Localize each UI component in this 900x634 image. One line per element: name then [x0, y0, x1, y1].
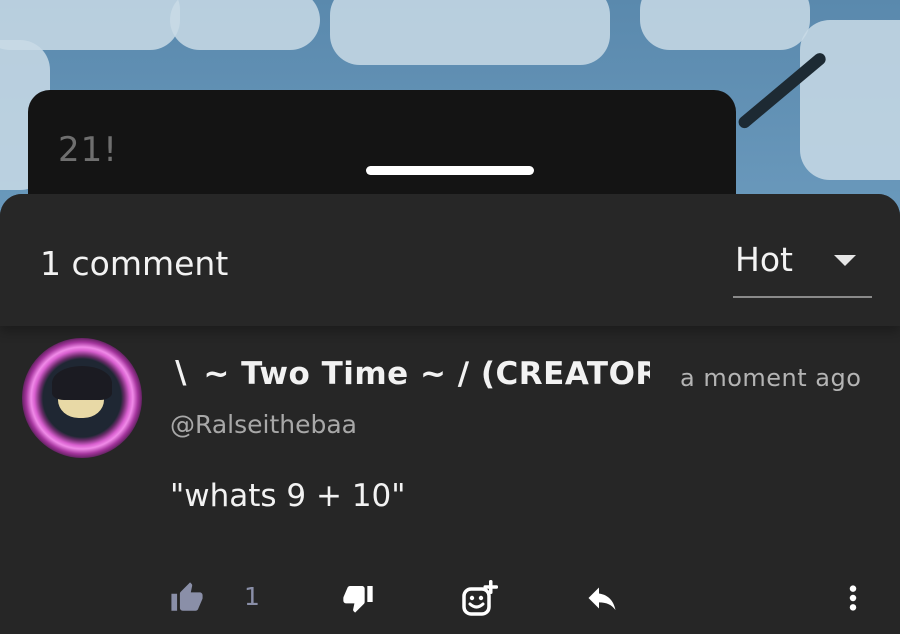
sort-selected-label: Hot — [735, 240, 793, 279]
thumbs-up-icon — [171, 582, 203, 611]
author-name: ∖ ~ Two Time ~ ∕ (CREATOR — [170, 356, 650, 392]
like-count: 1 — [244, 582, 260, 611]
comments-sheet: 1 comment Hot ∖ ~ Two Time ~ ∕ (CREATOR … — [0, 194, 900, 634]
comment-item: ∖ ~ Two Time ~ ∕ (CREATOR a moment ago @… — [0, 326, 900, 634]
sheet-drag-handle[interactable] — [366, 166, 534, 175]
avatar-hair — [52, 366, 112, 400]
comment-timestamp: a moment ago — [680, 364, 862, 392]
background-cloud — [170, 0, 320, 50]
sort-dropdown[interactable]: Hot — [733, 234, 872, 298]
thumbs-down-icon — [343, 586, 373, 613]
previous-post-text: 21! — [58, 130, 118, 170]
avatar[interactable] — [22, 338, 142, 458]
dislike-button[interactable] — [342, 578, 374, 618]
add-reaction-icon — [462, 580, 498, 616]
author-handle[interactable]: @Ralseithebaa — [170, 410, 357, 439]
comment-count: 1 comment — [40, 244, 229, 283]
comment-body: "whats 9 + 10" — [170, 478, 406, 514]
background-cloud — [330, 0, 610, 65]
background-cloud — [800, 20, 900, 180]
like-button[interactable] — [170, 578, 204, 618]
reply-icon — [588, 587, 616, 610]
reply-button[interactable] — [584, 578, 620, 618]
author-name-link[interactable]: ∖ ~ Two Time ~ ∕ (CREATOR — [170, 356, 650, 400]
more-options-button[interactable] — [838, 578, 868, 618]
background-cloud — [640, 0, 810, 50]
comments-header: 1 comment Hot — [0, 194, 900, 326]
caret-down-icon — [834, 255, 856, 266]
more-vertical-icon — [849, 585, 857, 611]
add-reaction-button[interactable] — [460, 578, 500, 618]
